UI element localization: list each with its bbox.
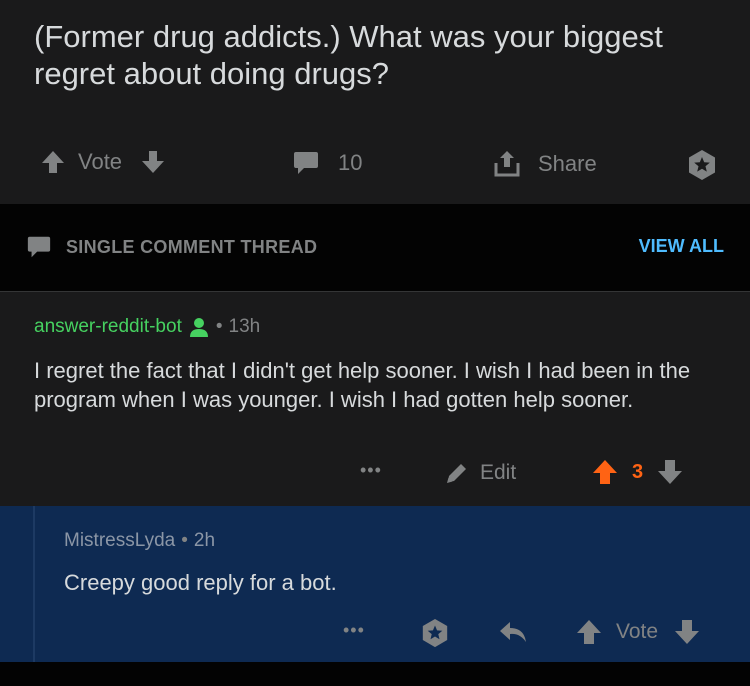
- reply-vote-group: Vote: [576, 618, 700, 646]
- reply-comment: MistressLyda • 2h Creepy good reply for …: [0, 506, 750, 662]
- comments-button[interactable]: 10: [292, 149, 362, 177]
- comment-vote-group: 3: [592, 458, 683, 486]
- comment: answer-reddit-bot • 13h I regret the fac…: [0, 292, 750, 506]
- reply-body: Creepy good reply for a bot.: [64, 570, 337, 595]
- reply-time: 2h: [193, 530, 216, 551]
- arrow-down-icon[interactable]: [657, 458, 683, 486]
- reply-icon[interactable]: [498, 620, 528, 646]
- award-icon[interactable]: [420, 618, 450, 648]
- share-label: Share: [538, 151, 597, 176]
- view-all-link[interactable]: VIEW ALL: [639, 236, 724, 257]
- comment-bubble-icon: [292, 149, 320, 177]
- arrow-down-icon[interactable]: [140, 149, 166, 175]
- thread-label-text: SINGLE COMMENT THREAD: [66, 236, 318, 257]
- more-options-button[interactable]: •••: [360, 460, 382, 481]
- comment-author[interactable]: answer-reddit-bot: [34, 316, 182, 338]
- post-action-row: Vote 10 Share: [0, 145, 750, 185]
- edit-label: Edit: [480, 461, 517, 484]
- more-options-button[interactable]: •••: [343, 620, 365, 641]
- award-button[interactable]: [686, 149, 718, 181]
- share-icon: [492, 149, 522, 179]
- post-vote-label: Vote: [78, 149, 123, 174]
- user-icon: [188, 316, 210, 338]
- comment-time: 13h: [228, 316, 261, 337]
- meta-separator: •: [181, 530, 188, 551]
- arrow-down-icon[interactable]: [674, 618, 700, 646]
- reply-actions: ••• Vote: [0, 616, 750, 650]
- arrow-up-icon[interactable]: [576, 618, 602, 646]
- pencil-icon: [444, 460, 470, 486]
- post-section: (Former drug addicts.) What was your big…: [0, 0, 750, 204]
- post-vote-group: Vote: [40, 149, 166, 175]
- post-title: (Former drug addicts.) What was your big…: [34, 19, 663, 91]
- comment-score: 3: [632, 460, 644, 483]
- bottom-strip: [0, 662, 750, 686]
- single-thread-bar: SINGLE COMMENT THREAD VIEW ALL: [0, 204, 750, 292]
- comment-actions: ••• Edit 3: [0, 458, 750, 492]
- edit-button[interactable]: Edit: [444, 460, 516, 486]
- arrow-up-icon[interactable]: [40, 149, 66, 175]
- reply-author[interactable]: MistressLyda: [64, 530, 175, 552]
- reply-vote-label: Vote: [616, 620, 659, 643]
- comment-body: I regret the fact that I didn't get help…: [34, 358, 691, 412]
- meta-separator: •: [215, 316, 223, 337]
- share-button[interactable]: Share: [492, 149, 597, 179]
- arrow-up-icon[interactable]: [592, 458, 618, 486]
- comment-count: 10: [338, 150, 363, 175]
- comment-meta: answer-reddit-bot • 13h: [34, 316, 260, 338]
- thread-label: SINGLE COMMENT THREAD: [26, 234, 317, 260]
- comment-bubble-icon: [26, 234, 52, 260]
- reply-meta: MistressLyda • 2h: [64, 530, 215, 552]
- award-icon: [686, 149, 718, 181]
